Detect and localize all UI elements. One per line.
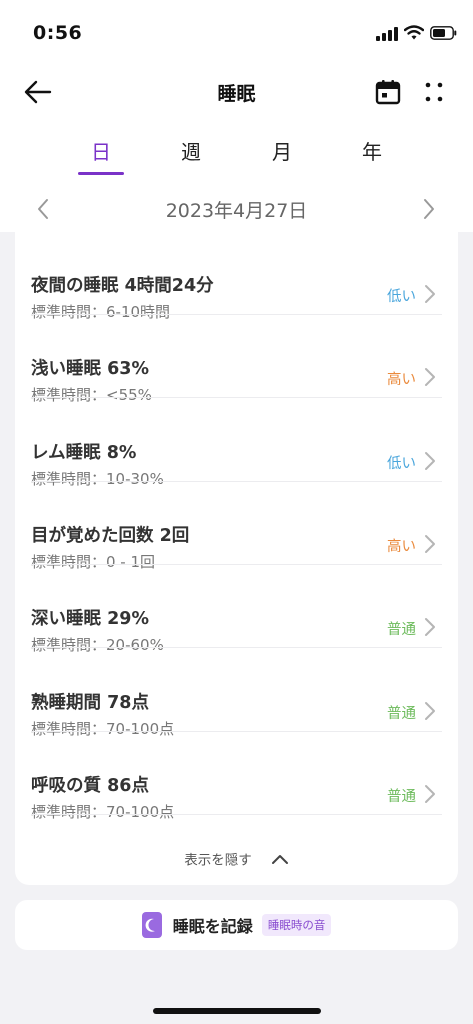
metric-status: 普通 — [387, 622, 416, 639]
row-divider — [31, 813, 442, 815]
metric-status: 低い — [387, 455, 416, 472]
metric-status: 高い — [387, 372, 416, 389]
metric-row[interactable]: レム睡眠 8% 標準時間：10-30% 低い — [15, 399, 458, 488]
hide-details-toggle[interactable]: 表示を隠す — [15, 848, 458, 874]
metric-title: 熟睡期間 78点 — [31, 692, 149, 713]
metric-status: 高い — [387, 538, 416, 555]
current-date: 2023年4月27日 — [165, 200, 308, 222]
metric-status: 低い — [387, 289, 416, 305]
chevron-right-icon — [425, 784, 435, 803]
calendar-icon[interactable] — [374, 78, 402, 106]
metric-row[interactable]: 呼吸の質 86点標準時間：70-100点 普通 — [15, 732, 458, 821]
chevron-right-icon — [425, 285, 435, 303]
chevron-up-icon — [271, 854, 288, 864]
tab-month[interactable]: 月 — [252, 136, 312, 165]
tab-week[interactable]: 週 — [161, 136, 221, 165]
metric-title: 呼吸の質 86点 — [31, 775, 149, 796]
metric-row[interactable]: 深い睡眠 29% 標準時間：20-60% 普通 — [15, 565, 458, 654]
tab-day[interactable]: 日 — [71, 136, 131, 165]
sleep-sound-badge: 睡眠時の音 — [261, 914, 332, 936]
page-title: 睡眠 — [217, 83, 256, 105]
metric-title: 目が覚めた回数 2回 — [31, 525, 190, 546]
metric-title: 深い睡眠 29% — [31, 609, 149, 630]
status-time: 0:56 — [33, 22, 83, 44]
chevron-right-icon — [425, 451, 435, 470]
tab-year[interactable]: 年 — [342, 136, 402, 165]
wifi-icon — [404, 25, 424, 40]
top-panel: 0:56 睡眠 日 週 月 年 2023年4月27日 — [0, 0, 473, 232]
cellular-signal-icon — [376, 27, 398, 41]
date-navigator: 2023年4月27日 — [0, 192, 473, 226]
metric-status: 普通 — [387, 788, 416, 805]
sleep-metrics-card: 夜間の睡眠 4時間24分 標準時間：6-10時間 低い 浅い睡眠 63% 標準時間：<5… — [15, 232, 458, 885]
status-bar: 0:56 — [0, 0, 473, 62]
battery-icon — [430, 26, 457, 40]
chevron-right-icon — [425, 534, 435, 553]
period-tabs: 日 週 月 年 — [0, 136, 473, 176]
chevron-right-icon — [425, 618, 435, 637]
metric-row[interactable]: 浅い睡眠 63% 標準時間：<55% 高い — [15, 315, 458, 404]
record-sleep-button[interactable]: 睡眠を記録 睡眠時の音 — [15, 900, 458, 950]
record-sleep-label: 睡眠を記録 — [172, 917, 253, 936]
metric-status: 普通 — [387, 705, 416, 722]
metric-title: レム睡眠 8% — [31, 442, 137, 463]
metric-row[interactable]: 目が覚めた回数 2回 標準時間：0 - 1回 高い — [15, 482, 458, 571]
metric-row[interactable]: 熟睡期間 78点 標準時間：70-100点 普通 — [15, 649, 458, 738]
metric-title: 浅い睡眠 63% — [31, 359, 149, 380]
chevron-right-icon — [425, 701, 435, 720]
home-indicator — [153, 1008, 321, 1014]
chevron-right-icon — [425, 368, 435, 387]
more-options-icon[interactable] — [420, 78, 448, 106]
active-tab-indicator — [78, 172, 124, 175]
hide-details-label: 表示を隠す — [184, 852, 252, 869]
moon-icon — [141, 912, 162, 938]
next-date-icon[interactable] — [418, 196, 440, 222]
metric-standard-range: 標準時間：70-100点 — [31, 802, 175, 821]
metric-title: 夜間の睡眠 4時間24分 — [31, 276, 214, 296]
nav-header: 睡眠 — [0, 70, 473, 114]
metric-row[interactable]: 夜間の睡眠 4時間24分 標準時間：6-10時間 低い — [15, 232, 458, 321]
record-sleep-content: 睡眠を記録 睡眠時の音 — [15, 912, 458, 940]
